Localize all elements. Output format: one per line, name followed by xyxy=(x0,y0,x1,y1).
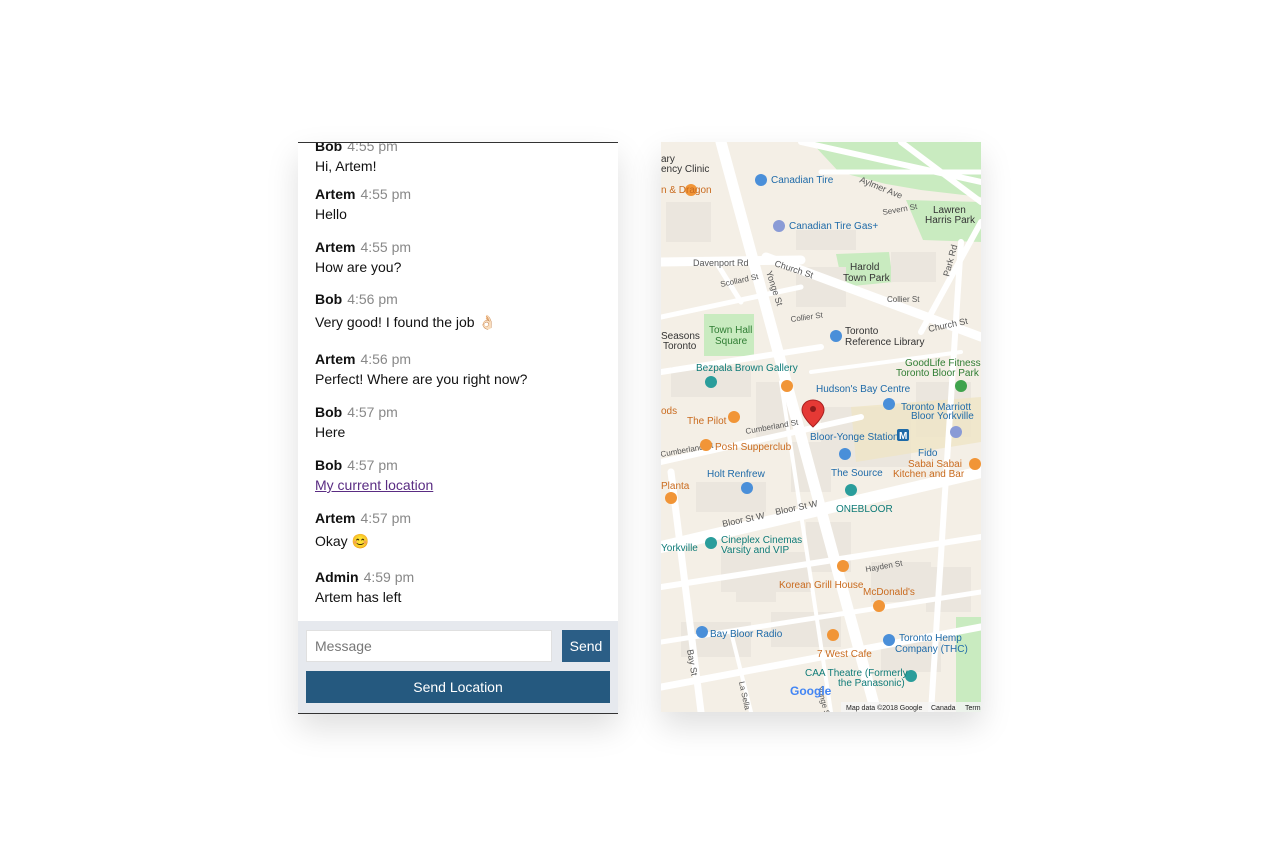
message-author: Artem xyxy=(315,186,356,202)
place-label: Square xyxy=(715,336,748,347)
place-label: Holt Renfrew xyxy=(707,469,766,480)
street-label: Collier St xyxy=(790,310,824,324)
map-region: Canada xyxy=(931,705,956,712)
street-label: Davenport Rd xyxy=(693,258,749,268)
place-label: Town Park xyxy=(843,273,891,284)
compose-bar: Send Send Location xyxy=(298,621,618,713)
message-time: 4:56 pm xyxy=(347,291,398,307)
message-item: Bob 4:56 pm Very good! I found the job 👌🏻 xyxy=(315,290,605,331)
place-label: The Source xyxy=(831,468,883,479)
street-label: La Sella St xyxy=(737,681,754,712)
place-label: Varsity and VIP xyxy=(721,545,790,556)
send-location-button[interactable]: Send Location xyxy=(306,671,610,703)
place-label: Canadian Tire xyxy=(771,175,834,186)
message-text: Very good! I found the job 👌🏻 xyxy=(315,314,496,330)
place-label: Fido xyxy=(918,448,938,459)
place-label: Toronto Hemp xyxy=(899,633,962,644)
place-label: Korean Grill House xyxy=(779,580,864,591)
place-label: Bay Bloor Radio xyxy=(710,629,783,640)
message-time: 4:57 pm xyxy=(360,510,412,526)
message-time: 4:57 pm xyxy=(347,457,398,473)
message-author: Artem xyxy=(315,510,356,526)
message-text: Artem has left xyxy=(315,589,402,605)
place-label: Posh Supperclub xyxy=(715,442,792,453)
place-label: The Pilot xyxy=(687,416,727,427)
street-label: Collier St xyxy=(887,295,920,304)
place-label: ods xyxy=(661,406,677,417)
message-text: Hello xyxy=(315,206,347,222)
message-item: Bob 4:55 pm Hi, Artem! xyxy=(315,143,605,175)
place-label: Bloor-Yonge Station xyxy=(810,432,899,443)
location-link[interactable]: My current location xyxy=(315,477,433,493)
place-label: ency Clinic xyxy=(661,164,709,175)
message-time: 4:55 pm xyxy=(360,239,412,255)
place-label: the Panasonic) xyxy=(838,678,905,689)
place-label: Planta xyxy=(661,481,690,492)
place-label: Kitchen and Bar xyxy=(893,469,965,480)
message-text: How are you? xyxy=(315,259,402,275)
map-canvas[interactable]: Aylmer Ave Severn St Davenport Rd Church… xyxy=(661,142,981,712)
message-item: Artem 4:55 pm How are you? xyxy=(315,238,605,276)
place-label: McDonald's xyxy=(863,587,915,598)
message-time: 4:56 pm xyxy=(360,351,412,367)
map-panel[interactable]: Aylmer Ave Severn St Davenport Rd Church… xyxy=(661,142,981,712)
place-label: Toronto xyxy=(845,326,879,337)
message-time: 4:55 pm xyxy=(360,186,412,202)
message-author: Artem xyxy=(315,351,356,367)
place-label: Reference Library xyxy=(845,337,924,348)
place-label: n & Dragon xyxy=(661,185,712,196)
place-label: Toronto Bloor Park xyxy=(896,368,980,379)
map-terms-link[interactable]: Term xyxy=(965,705,981,712)
message-author: Bob xyxy=(315,404,343,420)
place-label: Bezpala Brown Gallery xyxy=(696,363,798,374)
send-button[interactable]: Send xyxy=(562,630,610,662)
message-author: Bob xyxy=(315,457,343,473)
message-item: Admin 4:59 pm Artem has left xyxy=(315,568,605,606)
chat-panel: Bob 4:55 pm Hi, Artem! Artem 4:55 pm Hello… xyxy=(298,142,618,714)
place-label: Harold xyxy=(850,262,879,273)
message-author: Admin xyxy=(315,569,359,585)
message-text: Okay 😊 xyxy=(315,533,369,549)
message-text: Hi, Artem! xyxy=(315,158,377,174)
message-list[interactable]: Bob 4:55 pm Hi, Artem! Artem 4:55 pm Hello… xyxy=(298,143,618,621)
message-input[interactable] xyxy=(306,630,552,662)
location-marker-icon[interactable] xyxy=(801,399,825,428)
message-item: Artem 4:55 pm Hello xyxy=(315,185,605,223)
place-label: Harris Park xyxy=(925,215,976,226)
message-item: Artem 4:56 pm Perfect! Where are you righ… xyxy=(315,350,605,388)
message-text: Perfect! Where are you right now? xyxy=(315,371,528,387)
message-author: Bob xyxy=(315,291,343,307)
message-text: Here xyxy=(315,424,346,440)
message-author: Artem xyxy=(315,239,356,255)
message-item: Bob 4:57 pm My current location xyxy=(315,456,605,494)
place-label: ONEBLOOR xyxy=(836,504,893,515)
place-label: Bloor Yorkville xyxy=(911,411,974,422)
message-item: Bob 4:57 pm Here xyxy=(315,403,605,441)
place-label: Canadian Tire Gas+ xyxy=(789,221,878,232)
place-label: Company (THC) xyxy=(895,644,968,655)
message-time: 4:57 pm xyxy=(347,404,398,420)
subway-icon-glyph: M xyxy=(899,431,907,442)
message-time: 4:55 pm xyxy=(347,143,398,154)
google-logo: Google xyxy=(790,684,832,698)
message-time: 4:59 pm xyxy=(363,569,415,585)
place-label: Hudson's Bay Centre xyxy=(816,384,911,395)
map-data-credit: Map data ©2018 Google xyxy=(846,704,922,712)
place-label: Toronto xyxy=(663,341,697,352)
place-label: Town Hall xyxy=(709,325,752,336)
message-item: Artem 4:57 pm Okay 😊 xyxy=(315,509,605,550)
place-label: Yorkville xyxy=(661,543,698,554)
message-author: Bob xyxy=(315,143,343,154)
place-label: 7 West Cafe xyxy=(817,649,872,660)
